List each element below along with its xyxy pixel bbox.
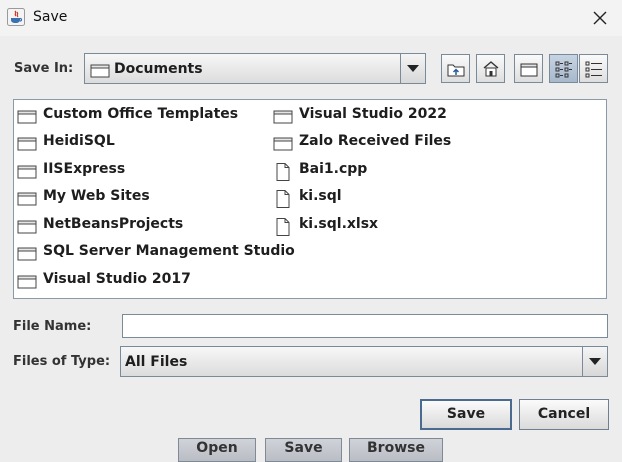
list-item-label: Zalo Received Files [299, 133, 452, 149]
up-one-level-button[interactable] [441, 54, 470, 83]
list-item-label: NetBeansProjects [43, 216, 184, 232]
file-icon [276, 163, 290, 181]
folder-up-icon [447, 64, 465, 77]
chevron-down-icon [589, 358, 601, 365]
list-item-label: HeidiSQL [43, 133, 115, 149]
title-bar: Save [0, 0, 622, 36]
save-button[interactable]: Save [420, 399, 512, 430]
list-item-label: IISExpress [43, 161, 126, 177]
new-folder-button[interactable] [514, 54, 543, 83]
home-icon [483, 61, 499, 77]
folder-icon [17, 192, 37, 206]
folder-icon [17, 220, 37, 234]
file-name-field[interactable] [122, 314, 608, 338]
file-list[interactable]: Custom Office Templates HeidiSQL IISExpr… [13, 99, 607, 299]
list-view-button[interactable] [549, 54, 578, 83]
file-name-label: File Name: [13, 319, 92, 334]
folder-icon [273, 110, 293, 124]
files-of-type-combo[interactable]: All Files [120, 346, 608, 377]
window-title: Save [33, 9, 68, 25]
save-in-value: Documents [114, 61, 203, 77]
files-of-type-dropdown-button[interactable] [582, 347, 607, 376]
save-in-label: Save In: [14, 61, 74, 76]
details-view-icon [585, 61, 602, 78]
list-view-icon [555, 61, 572, 78]
folder-icon [273, 137, 293, 151]
save-in-combo[interactable]: Documents [84, 53, 426, 84]
details-view-button[interactable] [579, 54, 608, 83]
background-browse-button[interactable]: Browse [349, 438, 443, 462]
list-item-label: ki.sql.xlsx [299, 216, 379, 232]
folder-icon [17, 137, 37, 151]
folder-icon [17, 247, 37, 261]
files-of-type-label: Files of Type: [13, 354, 111, 369]
chevron-down-icon [407, 65, 419, 72]
save-in-dropdown-button[interactable] [400, 54, 425, 83]
background-save-button[interactable]: Save [265, 438, 342, 462]
list-item-label: Bai1.cpp [299, 161, 368, 177]
list-item-label: My Web Sites [43, 188, 150, 204]
home-button[interactable] [476, 54, 505, 83]
list-item-label: Custom Office Templates [43, 106, 239, 122]
folder-icon [17, 165, 37, 179]
list-item-label: Visual Studio 2017 [43, 271, 191, 287]
file-icon [276, 190, 290, 208]
files-of-type-value: All Files [125, 354, 188, 370]
java-icon [7, 8, 25, 26]
folder-icon [17, 110, 37, 124]
file-icon [276, 218, 290, 236]
close-icon[interactable] [588, 6, 612, 30]
list-item-label: SQL Server Management Studio [43, 243, 295, 259]
list-item-label: ki.sql [299, 188, 342, 204]
cancel-button[interactable]: Cancel [519, 399, 609, 430]
new-folder-icon [520, 63, 538, 77]
folder-icon [90, 64, 110, 78]
background-open-button[interactable]: Open [178, 438, 256, 462]
list-item-label: Visual Studio 2022 [299, 106, 447, 122]
folder-icon [17, 275, 37, 289]
